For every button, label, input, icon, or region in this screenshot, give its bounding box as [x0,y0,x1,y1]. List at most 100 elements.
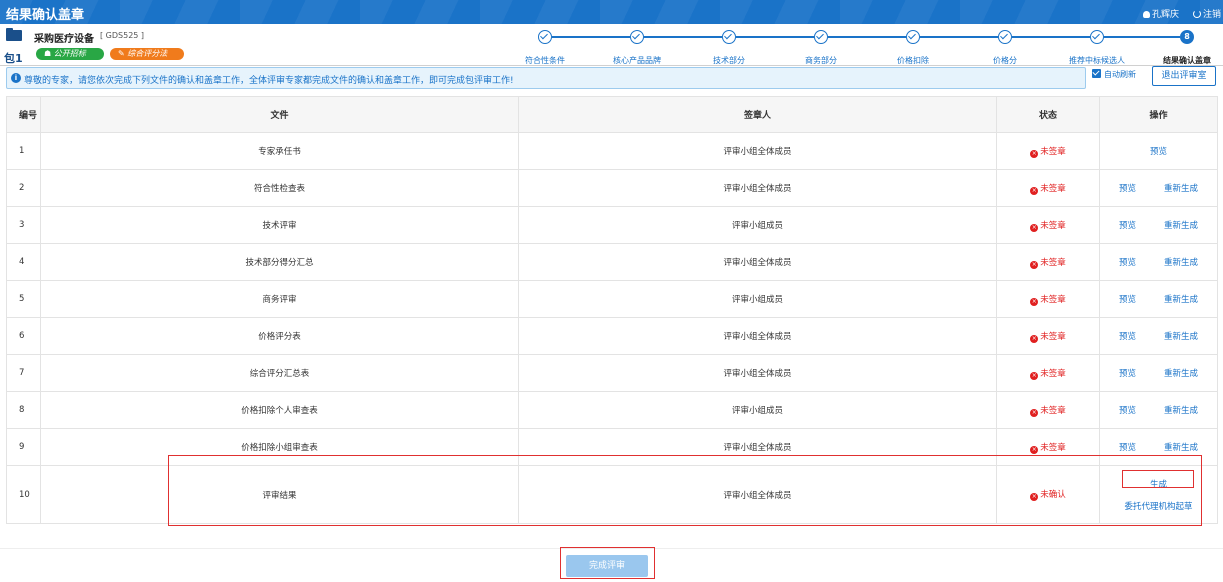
auto-refresh-checkbox[interactable]: 自动刷新 [1092,69,1136,80]
col-header-file: 文件 [40,96,519,133]
finish-review-button[interactable]: 完成评审 [566,555,648,577]
package-label: 包1 [4,52,23,65]
step-5-label[interactable]: 价格扣除 [873,55,953,66]
cell-file: 技术部分得分汇总 [40,243,519,281]
table-row: 6 价格评分表 评审小组全体成员 × 未签章 预览 重新生成 [6,317,1218,355]
exit-review-room-button[interactable]: 退出评审室 [1152,66,1216,86]
step-4-label[interactable]: 商务部分 [781,55,861,66]
regenerate-link[interactable]: 重新生成 [1164,182,1198,194]
highlight-row-10 [168,455,1202,526]
cell-no: 3 [6,206,41,244]
cell-signer: 评审小组全体成员 [518,169,997,207]
regenerate-link[interactable]: 重新生成 [1164,441,1198,453]
step-connector [552,36,630,38]
table-row: 1 专家承任书 评审小组全体成员 × 未签章 预览 [6,132,1218,170]
preview-link[interactable]: 预览 [1119,256,1136,268]
check-icon [1092,31,1100,40]
preview-link[interactable]: 预览 [1119,367,1136,379]
step-connector [1012,36,1090,38]
status-text: 未签章 [1040,405,1066,416]
step-connector [644,36,722,38]
regenerate-link[interactable]: 重新生成 [1164,330,1198,342]
regenerate-link[interactable]: 重新生成 [1164,404,1198,416]
check-icon [540,31,548,40]
cell-actions: 预览 重新生成 [1099,280,1218,318]
status-text: 未签章 [1040,220,1066,231]
project-name: 采购医疗设备 [34,34,94,45]
top-bar: 结果确认盖章 孔辉庆 注销 [0,0,1223,24]
cell-actions: 预览 [1099,132,1218,170]
table-row: 3 技术评审 评审小组成员 × 未签章 预览 重新生成 [6,206,1218,244]
step-connector [736,36,814,38]
error-icon: × [1030,408,1039,417]
error-icon: × [1030,223,1039,232]
cell-file: 商务评审 [40,280,519,318]
table-row: 5 商务评审 评审小组成员 × 未签章 预览 重新生成 [6,280,1218,318]
cell-actions: 预览 重新生成 [1099,169,1218,207]
user-name: 孔辉庆 [1151,10,1179,20]
preview-link[interactable]: 预览 [1119,404,1136,416]
step-5-indicator [906,30,920,44]
step-1-label[interactable]: 符合性条件 [505,55,585,66]
cell-no: 2 [6,169,41,207]
cell-signer: 评审小组全体成员 [518,317,997,355]
step-connector [828,36,906,38]
regenerate-link[interactable]: 重新生成 [1164,367,1198,379]
status-text: 未签章 [1040,368,1066,379]
preview-link[interactable]: 预览 [1150,145,1167,157]
regenerate-link[interactable]: 重新生成 [1164,256,1198,268]
logout-button[interactable]: 注销 [1192,7,1221,20]
table-row: 2 符合性检查表 评审小组全体成员 × 未签章 预览 重新生成 [6,169,1218,207]
table-row: 4 技术部分得分汇总 评审小组全体成员 × 未签章 预览 重新生成 [6,243,1218,281]
cell-signer: 评审小组成员 [518,280,997,318]
cell-signer: 评审小组全体成员 [518,354,997,392]
step-3-indicator [722,30,736,44]
status-text: 未签章 [1040,294,1066,305]
cell-file: 价格评分表 [40,317,519,355]
cell-no: 8 [6,391,41,429]
cell-file: 技术评审 [40,206,519,244]
cell-no: 6 [6,317,41,355]
step-8-indicator: 8 [1180,30,1194,44]
step-1-indicator [538,30,552,44]
cell-no: 7 [6,354,41,392]
status-text: 未签章 [1040,183,1066,194]
step-2-label[interactable]: 核心产品品牌 [597,55,677,66]
check-icon [724,31,732,40]
col-header-status: 状态 [996,96,1100,133]
cell-status: × 未签章 [996,206,1100,244]
project-code: [ GDS525 ] [100,31,145,40]
step-6-label[interactable]: 价格分 [965,55,1045,66]
step-7-indicator [1090,30,1104,44]
cell-signer: 评审小组全体成员 [518,243,997,281]
step-connector [1104,36,1180,38]
preview-link[interactable]: 预览 [1119,441,1136,453]
regenerate-link[interactable]: 重新生成 [1164,219,1198,231]
preview-link[interactable]: 预览 [1119,219,1136,231]
step-7-label[interactable]: 推荐中标候选人 [1057,55,1137,66]
notice-text: 尊敬的专家，请您依次完成下列文件的确认和盖章工作，全体评审专家都完成文件的确认和… [24,76,514,86]
cell-signer: 评审小组成员 [518,206,997,244]
cell-actions: 预览 重新生成 [1099,354,1218,392]
error-icon: × [1030,371,1039,380]
power-icon [1192,10,1201,18]
user-menu[interactable]: 孔辉庆 [1142,7,1179,20]
cell-actions: 预览 重新生成 [1099,206,1218,244]
cell-status: × 未签章 [996,317,1100,355]
preview-link[interactable]: 预览 [1119,182,1136,194]
step-3-label[interactable]: 技术部分 [689,55,769,66]
status-text: 未签章 [1040,331,1066,342]
error-icon: × [1030,186,1039,195]
cell-file: 专家承任书 [40,132,519,170]
cell-status: × 未签章 [996,280,1100,318]
step-8-label[interactable]: 结果确认盖章 [1147,55,1223,66]
table-row: 8 价格扣除个人审查表 评审小组成员 × 未签章 预览 重新生成 [6,391,1218,429]
preview-link[interactable]: 预览 [1119,293,1136,305]
preview-link[interactable]: 预览 [1119,330,1136,342]
cell-status: × 未签章 [996,354,1100,392]
cell-no: 9 [6,428,41,466]
status-text: 未签章 [1040,442,1066,453]
regenerate-link[interactable]: 重新生成 [1164,293,1198,305]
procurement-method-badge: ☗ 公开招标 [36,48,104,60]
step-4-indicator [814,30,828,44]
